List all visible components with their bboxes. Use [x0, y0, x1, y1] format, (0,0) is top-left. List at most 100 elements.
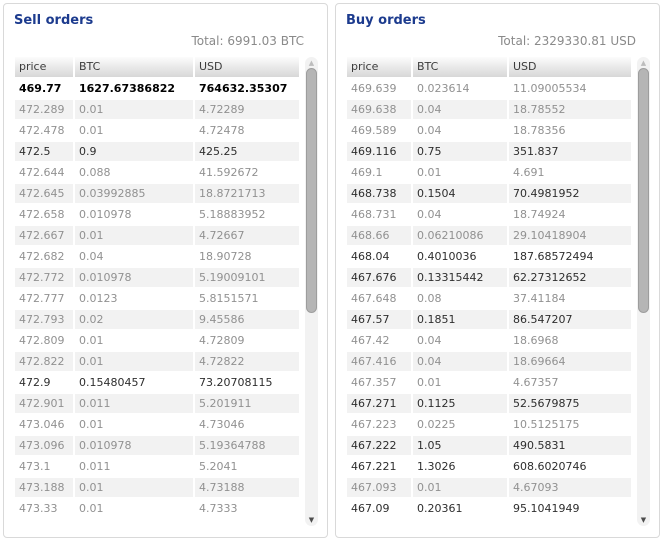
sell-scrollbar[interactable]: ▲ ▼ — [305, 57, 318, 526]
order-usd-cell: 95.1041949 — [513, 502, 580, 515]
order-row[interactable]: 472.682 0.04 18.90728 — [15, 247, 299, 266]
buy-orders-table-wrap: price BTC USD 469.639 0.023614 11.090055… — [345, 55, 650, 526]
scroll-thumb[interactable] — [638, 68, 649, 313]
order-price-cell: 467.222 — [347, 436, 411, 455]
order-row[interactable]: 469.1 0.01 4.691 — [347, 163, 631, 182]
order-price-cell: 473.1 — [19, 460, 51, 473]
order-price-cell: 472.793 — [15, 310, 73, 329]
order-btc-cell: 0.010978 — [79, 208, 132, 221]
buy-orders-title: Buy orders — [346, 13, 426, 28]
order-usd-cell: 764632.35307 — [199, 82, 288, 95]
order-row[interactable]: 467.271 0.1125 52.5679875 — [347, 394, 631, 413]
order-row[interactable]: 472.644 0.088 41.592672 — [15, 163, 299, 182]
table-header-row: price BTC USD — [15, 57, 299, 77]
order-btc-cell: 0.1504 — [413, 184, 507, 203]
order-row[interactable]: 467.676 0.13315442 62.27312652 — [347, 268, 631, 287]
order-btc-cell: 0.0123 — [79, 292, 118, 305]
order-usd-cell: 4.72289 — [195, 100, 299, 119]
order-row[interactable]: 468.66 0.06210086 29.10418904 — [347, 226, 631, 245]
order-price-cell: 469.1 — [351, 166, 383, 179]
order-usd-cell: 11.09005534 — [513, 82, 587, 95]
order-btc-cell: 1.05 — [413, 436, 507, 455]
order-usd-cell: 5.19009101 — [195, 268, 299, 287]
order-row[interactable]: 468.731 0.04 18.74924 — [347, 205, 631, 224]
order-row[interactable]: 469.589 0.04 18.78356 — [347, 121, 631, 140]
order-price-cell: 472.289 — [15, 100, 73, 119]
order-usd-cell: 18.69664 — [509, 352, 631, 371]
sell-orders-table: price BTC USD 469.77 1627.67386822 76463… — [13, 55, 301, 520]
col-header-usd: USD — [195, 57, 299, 77]
order-usd-cell: 18.78552 — [509, 100, 631, 119]
order-row[interactable]: 467.093 0.01 4.67093 — [347, 478, 631, 497]
order-row[interactable]: 472.809 0.01 4.72809 — [15, 331, 299, 350]
order-price-cell: 467.57 — [347, 310, 411, 329]
order-btc-cell: 0.010978 — [75, 436, 193, 455]
scroll-down-icon[interactable]: ▼ — [305, 514, 318, 526]
order-row[interactable]: 472.5 0.9 425.25 — [15, 142, 299, 161]
table-header-row: price BTC USD — [347, 57, 631, 77]
col-header-btc: BTC — [413, 57, 507, 77]
order-row[interactable]: 469.116 0.75 351.837 — [347, 142, 631, 161]
order-usd-cell: 9.45586 — [195, 310, 299, 329]
scroll-down-icon[interactable]: ▼ — [637, 514, 650, 526]
order-row[interactable]: 468.738 0.1504 70.4981952 — [347, 184, 631, 203]
order-row[interactable]: 472.777 0.0123 5.8151571 — [15, 289, 299, 308]
order-usd-cell: 4.72478 — [199, 124, 245, 137]
order-price-cell: 469.639 — [351, 82, 397, 95]
order-row[interactable]: 467.357 0.01 4.67357 — [347, 373, 631, 392]
buy-orders-panel: Buy orders Total: 2329330.81 USD price B… — [335, 3, 660, 538]
order-price-cell: 473.188 — [15, 478, 73, 497]
order-btc-cell: 0.023614 — [417, 82, 470, 95]
order-row[interactable]: 473.046 0.01 4.73046 — [15, 415, 299, 434]
order-row[interactable]: 469.639 0.023614 11.09005534 — [347, 79, 631, 98]
order-row[interactable]: 467.09 0.20361 95.1041949 — [347, 499, 631, 518]
order-usd-cell: 351.837 — [509, 142, 631, 161]
order-price-cell: 467.416 — [347, 352, 411, 371]
order-row[interactable]: 467.57 0.1851 86.547207 — [347, 310, 631, 329]
order-row[interactable]: 467.42 0.04 18.6968 — [347, 331, 631, 350]
order-row[interactable]: 473.188 0.01 4.73188 — [15, 478, 299, 497]
order-row[interactable]: 472.658 0.010978 5.18883952 — [15, 205, 299, 224]
order-row[interactable]: 467.416 0.04 18.69664 — [347, 352, 631, 371]
order-price-cell: 473.33 — [19, 502, 58, 515]
order-row[interactable]: 469.638 0.04 18.78552 — [347, 100, 631, 119]
buy-scrollbar[interactable]: ▲ ▼ — [637, 57, 650, 526]
order-btc-cell: 0.01 — [79, 334, 104, 347]
order-row[interactable]: 473.1 0.011 5.2041 — [15, 457, 299, 476]
order-row[interactable]: 472.9 0.15480457 73.20708115 — [15, 373, 299, 392]
sell-orders-table-wrap: price BTC USD 469.77 1627.67386822 76463… — [13, 55, 318, 526]
order-usd-cell: 608.6020746 — [513, 460, 587, 473]
order-btc-cell: 0.01 — [79, 418, 104, 431]
order-btc-cell: 1.3026 — [417, 460, 456, 473]
order-btc-cell: 0.06210086 — [413, 226, 507, 245]
order-row[interactable]: 472.901 0.011 5.201911 — [15, 394, 299, 413]
order-usd-cell: 10.5125175 — [513, 418, 580, 431]
order-usd-cell: 4.67357 — [513, 376, 559, 389]
order-btc-cell: 0.04 — [417, 124, 442, 137]
order-book: Sell orders Total: 6991.03 BTC price BTC… — [0, 0, 663, 543]
order-row[interactable]: 467.222 1.05 490.5831 — [347, 436, 631, 455]
order-row[interactable]: 472.822 0.01 4.72822 — [15, 352, 299, 371]
order-price-cell: 469.77 — [19, 82, 62, 95]
order-row[interactable]: 473.096 0.010978 5.19364788 — [15, 436, 299, 455]
order-row[interactable]: 467.648 0.08 37.41184 — [347, 289, 631, 308]
order-btc-cell: 0.01 — [413, 478, 507, 497]
order-price-cell: 472.5 — [15, 142, 73, 161]
order-row[interactable]: 468.04 0.4010036 187.68572494 — [347, 247, 631, 266]
order-row[interactable]: 472.772 0.010978 5.19009101 — [15, 268, 299, 287]
order-row[interactable]: 472.667 0.01 4.72667 — [15, 226, 299, 245]
order-usd-cell: 4.72667 — [195, 226, 299, 245]
scroll-thumb[interactable] — [306, 68, 317, 313]
order-btc-cell: 0.20361 — [417, 502, 463, 515]
order-row[interactable]: 472.478 0.01 4.72478 — [15, 121, 299, 140]
order-row[interactable]: 473.33 0.01 4.7333 — [15, 499, 299, 518]
order-row[interactable]: 472.645 0.03992885 18.8721713 — [15, 184, 299, 203]
order-row[interactable]: 472.289 0.01 4.72289 — [15, 100, 299, 119]
order-row[interactable]: 472.793 0.02 9.45586 — [15, 310, 299, 329]
order-row[interactable]: 467.223 0.0225 10.5125175 — [347, 415, 631, 434]
order-row[interactable]: 467.221 1.3026 608.6020746 — [347, 457, 631, 476]
order-btc-cell: 0.02 — [75, 310, 193, 329]
order-row[interactable]: 469.77 1627.67386822 764632.35307 — [15, 79, 299, 98]
order-price-cell: 472.9 — [19, 376, 51, 389]
order-usd-cell: 4.72822 — [195, 352, 299, 371]
